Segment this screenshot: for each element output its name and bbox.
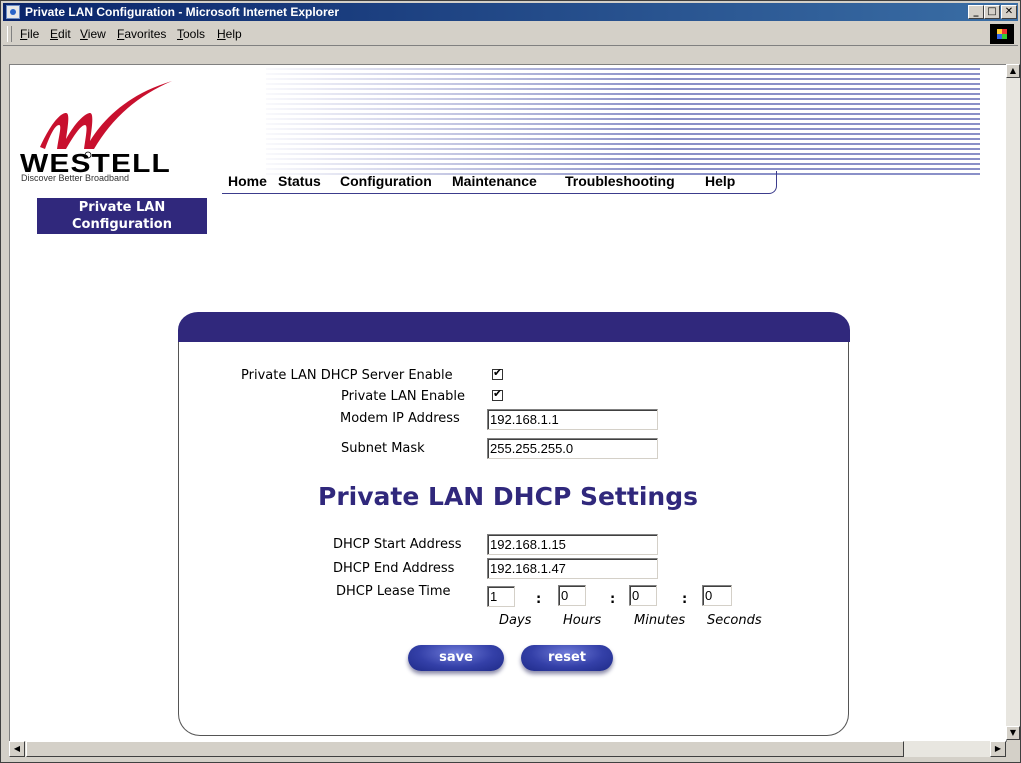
dhcp-end-field[interactable]: 192.168.1.47 bbox=[487, 558, 658, 579]
menu-bar: File Edit View Favorites Tools Help bbox=[3, 23, 1018, 46]
scroll-down-arrow-icon[interactable]: ▼ bbox=[1006, 726, 1020, 740]
lease-separator: : bbox=[536, 592, 542, 607]
unit-minutes: Minutes bbox=[634, 613, 686, 628]
modem-ip-field[interactable]: 192.168.1.1 bbox=[487, 409, 658, 430]
nav-maintenance[interactable]: Maintenance bbox=[452, 173, 537, 189]
horizontal-scrollbar[interactable]: ◀ ▶ bbox=[9, 741, 1006, 757]
lease-seconds-field[interactable]: 0 bbox=[702, 585, 732, 606]
subnet-mask-field[interactable]: 255.255.255.0 bbox=[487, 438, 658, 459]
dhcp-end-label: DHCP End Address bbox=[333, 561, 455, 576]
lease-minutes-field[interactable]: 0 bbox=[629, 585, 657, 606]
scroll-up-arrow-icon[interactable]: ▲ bbox=[1006, 64, 1020, 78]
section-title-line2: Configuration bbox=[72, 217, 172, 232]
westell-logo-icon bbox=[40, 81, 172, 159]
lease-separator: : bbox=[610, 592, 616, 607]
lease-separator: : bbox=[682, 592, 688, 607]
save-button[interactable]: save bbox=[408, 645, 504, 671]
panel-header bbox=[178, 312, 850, 342]
nav-home[interactable]: Home bbox=[228, 173, 267, 189]
section-title-line1: Private LAN bbox=[78, 200, 166, 215]
nav-help[interactable]: Help bbox=[705, 173, 735, 189]
nav-status[interactable]: Status bbox=[278, 173, 321, 189]
dhcp-start-label: DHCP Start Address bbox=[333, 537, 462, 552]
unit-hours: Hours bbox=[563, 613, 602, 628]
modem-ip-label: Modem IP Address bbox=[340, 411, 460, 426]
dhcp-server-enable-checkbox[interactable] bbox=[492, 366, 503, 380]
toolbar-grip[interactable] bbox=[7, 26, 12, 42]
section-title: Private LAN Configuration bbox=[37, 198, 207, 234]
lease-time-label: DHCP Lease Time bbox=[336, 584, 451, 599]
dhcp-server-enable-label: Private LAN DHCP Server Enable bbox=[241, 368, 453, 383]
nav-troubleshooting[interactable]: Troubleshooting bbox=[565, 173, 675, 189]
brand-tagline: Discover Better Broadband bbox=[21, 173, 130, 183]
unit-days: Days bbox=[499, 613, 532, 628]
lan-enable-label: Private LAN Enable bbox=[341, 389, 466, 404]
vertical-scrollbar[interactable]: ▲ ▼ bbox=[1006, 64, 1020, 740]
page-viewport: WESTELL Discover Better Broadband Home S… bbox=[9, 64, 1007, 742]
windows-logo-icon bbox=[990, 24, 1014, 44]
menu-view[interactable]: View bbox=[80, 27, 106, 41]
dhcp-settings-heading: Private LAN DHCP Settings bbox=[318, 482, 698, 511]
maximize-button[interactable]: □ bbox=[984, 5, 1000, 19]
lease-hours-field[interactable]: 0 bbox=[558, 585, 586, 606]
top-navigation: Home Status Configuration Maintenance Tr… bbox=[222, 171, 777, 194]
unit-seconds: Seconds bbox=[707, 613, 762, 628]
header-stripes bbox=[266, 65, 980, 177]
minimize-button[interactable]: _ bbox=[968, 5, 984, 19]
dhcp-start-field[interactable]: 192.168.1.15 bbox=[487, 534, 658, 555]
subnet-mask-label: Subnet Mask bbox=[341, 441, 425, 456]
horizontal-scroll-thumb[interactable] bbox=[26, 741, 904, 757]
lease-days-field[interactable]: 1 bbox=[487, 586, 515, 607]
menu-favorites[interactable]: Favorites bbox=[117, 27, 166, 41]
scroll-left-arrow-icon[interactable]: ◀ bbox=[9, 741, 25, 757]
menu-tools[interactable]: Tools bbox=[177, 27, 205, 41]
close-button[interactable]: ✕ bbox=[1001, 5, 1017, 19]
menu-file[interactable]: File bbox=[20, 27, 39, 41]
nav-configuration[interactable]: Configuration bbox=[340, 173, 432, 189]
browser-window: Private LAN Configuration - Microsoft In… bbox=[0, 0, 1021, 763]
window-title: Private LAN Configuration - Microsoft In… bbox=[25, 5, 340, 19]
menu-edit[interactable]: Edit bbox=[50, 27, 71, 41]
title-bar[interactable]: Private LAN Configuration - Microsoft In… bbox=[3, 3, 1018, 21]
scroll-right-arrow-icon[interactable]: ▶ bbox=[990, 741, 1006, 757]
lan-enable-checkbox[interactable] bbox=[492, 387, 503, 401]
reset-button[interactable]: reset bbox=[521, 645, 613, 671]
menu-help[interactable]: Help bbox=[217, 27, 242, 41]
ie-window-icon bbox=[6, 5, 20, 19]
